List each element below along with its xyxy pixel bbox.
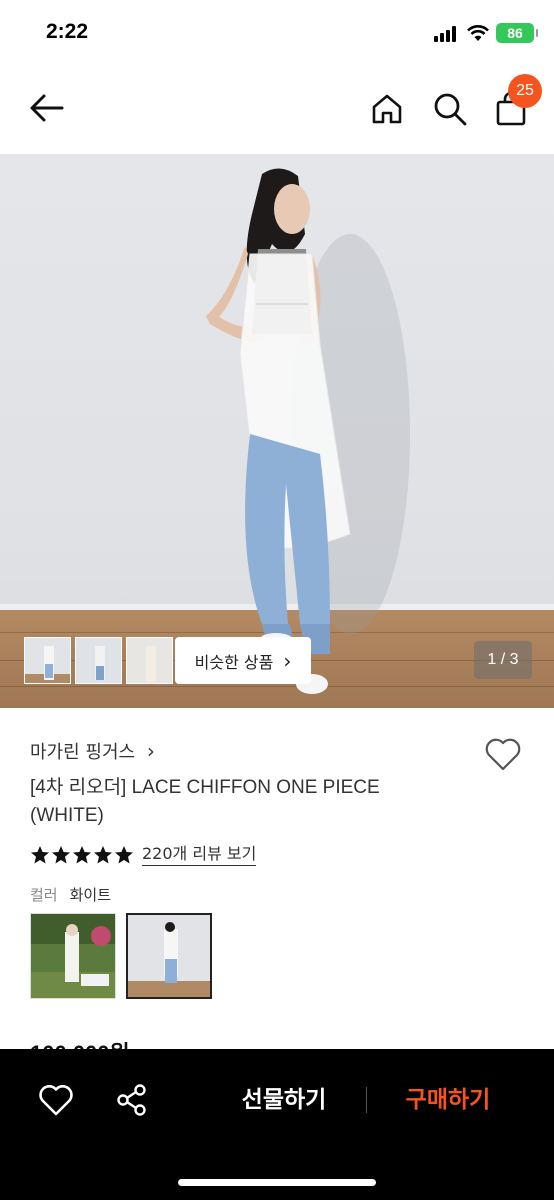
wifi-icon — [467, 25, 489, 41]
image-thumbnails — [24, 637, 173, 684]
star-icon — [94, 845, 112, 863]
arrow-left-icon[interactable] — [28, 92, 66, 124]
home-indicator — [178, 1179, 376, 1186]
buy-button[interactable]: 구매하기 — [392, 1083, 504, 1117]
heart-icon[interactable] — [484, 736, 522, 772]
bottom-action-bar: 선물하기 구매하기 — [0, 1049, 554, 1200]
color-swatch-selected[interactable] — [126, 913, 212, 999]
similar-products-label: 비슷한 상품 — [194, 652, 274, 672]
product-image-gallery[interactable]: 비슷한 상품 › 1 / 3 — [0, 154, 554, 708]
divider — [366, 1087, 367, 1113]
search-icon[interactable] — [432, 91, 468, 127]
color-swatch[interactable] — [30, 913, 116, 999]
gallery-thumbnail[interactable] — [126, 637, 173, 684]
brand-link[interactable]: 마가린 핑거스 › — [30, 738, 155, 764]
color-swatches — [30, 913, 212, 999]
brand-name: 마가린 핑거스 — [30, 742, 136, 763]
color-option-row: 컬러 화이트 — [30, 884, 111, 905]
top-nav-bar: 25 — [0, 66, 554, 154]
star-icon — [31, 845, 49, 863]
color-label: 컬러 — [30, 886, 58, 904]
chevron-right-icon: › — [283, 648, 292, 673]
cellular-signal-icon — [434, 26, 460, 42]
chevron-right-icon: › — [146, 739, 155, 763]
gift-button[interactable]: 선물하기 — [228, 1083, 340, 1117]
cart-count-badge: 25 — [508, 74, 542, 108]
image-page-indicator: 1 / 3 — [474, 641, 532, 679]
status-bar: 2:22 86 — [0, 0, 554, 66]
gallery-thumbnail[interactable] — [24, 637, 71, 684]
rating-stars — [30, 845, 134, 865]
star-icon — [73, 845, 91, 863]
share-icon[interactable] — [115, 1083, 149, 1117]
gallery-thumbnail[interactable] — [75, 637, 122, 684]
product-title: [4차 리오더] LACE CHIFFON ONE PIECE (WHITE) — [30, 777, 380, 826]
rating-row: 220개 리뷰 보기 — [30, 843, 257, 866]
home-icon[interactable] — [370, 92, 404, 126]
status-time: 2:22 — [46, 20, 89, 43]
color-value: 화이트 — [69, 886, 112, 904]
heart-icon[interactable] — [38, 1083, 74, 1117]
star-icon — [52, 845, 70, 863]
similar-products-button[interactable]: 비슷한 상품 › — [175, 637, 311, 684]
review-link[interactable]: 220개 리뷰 보기 — [142, 843, 257, 866]
battery-indicator: 86 — [496, 23, 538, 43]
star-icon — [115, 845, 133, 863]
model-photo — [206, 168, 410, 694]
